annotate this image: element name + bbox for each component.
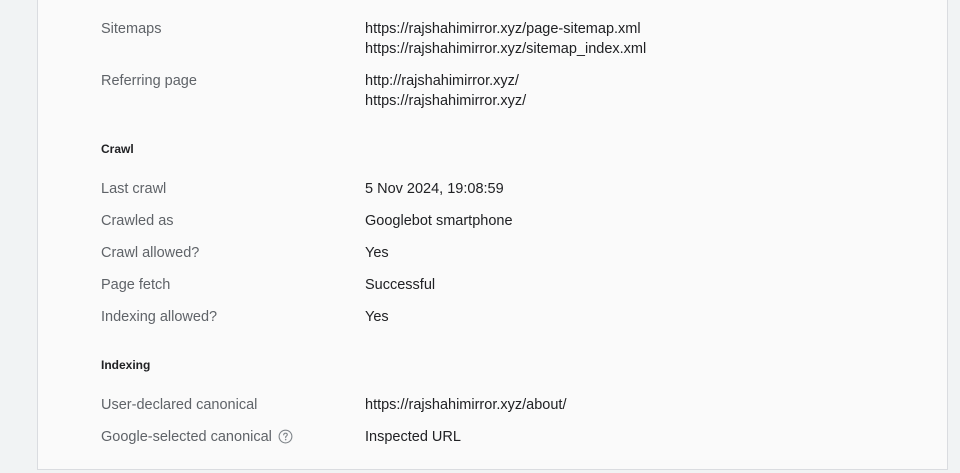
sitemap-link-2[interactable]: https://rajshahimirror.xyz/sitemap_index… — [365, 39, 646, 59]
google-selected-canonical-value: Inspected URL — [365, 429, 461, 445]
inspection-details-panel: Sitemaps https://rajshahimirror.xyz/page… — [37, 0, 948, 470]
last-crawl-value: 5 Nov 2024, 19:08:59 — [365, 181, 504, 197]
crawled-as-value: Googlebot smartphone — [365, 213, 513, 229]
sitemap-link-1[interactable]: https://rajshahimirror.xyz/page-sitemap.… — [365, 19, 641, 39]
crawl-allowed-label: Crawl allowed? — [101, 245, 200, 261]
crawl-section-title: Crawl — [101, 142, 134, 156]
sitemaps-label: Sitemaps — [101, 21, 162, 37]
user-declared-canonical-value[interactable]: https://rajshahimirror.xyz/about/ — [365, 395, 566, 415]
page-fetch-value: Successful — [365, 277, 436, 293]
page-fetch-label: Page fetch — [101, 277, 171, 293]
google-selected-canonical-label-wrap: Google-selected canonical — [101, 427, 293, 447]
indexing-section-title: Indexing — [101, 358, 151, 372]
crawl-allowed-value: Yes — [365, 245, 389, 261]
crawled-as-label: Crawled as — [101, 213, 174, 229]
referring-page-link-1[interactable]: http://rajshahimirror.xyz/ — [365, 71, 519, 91]
referring-page-link-2[interactable]: https://rajshahimirror.xyz/ — [365, 91, 526, 111]
help-icon[interactable] — [278, 429, 293, 444]
indexing-allowed-label: Indexing allowed? — [101, 309, 218, 325]
user-declared-canonical-label: User-declared canonical — [101, 397, 258, 413]
referring-page-label: Referring page — [101, 73, 197, 89]
last-crawl-label: Last crawl — [101, 181, 167, 197]
indexing-allowed-value: Yes — [365, 309, 389, 325]
google-selected-canonical-label: Google-selected canonical — [101, 429, 272, 445]
